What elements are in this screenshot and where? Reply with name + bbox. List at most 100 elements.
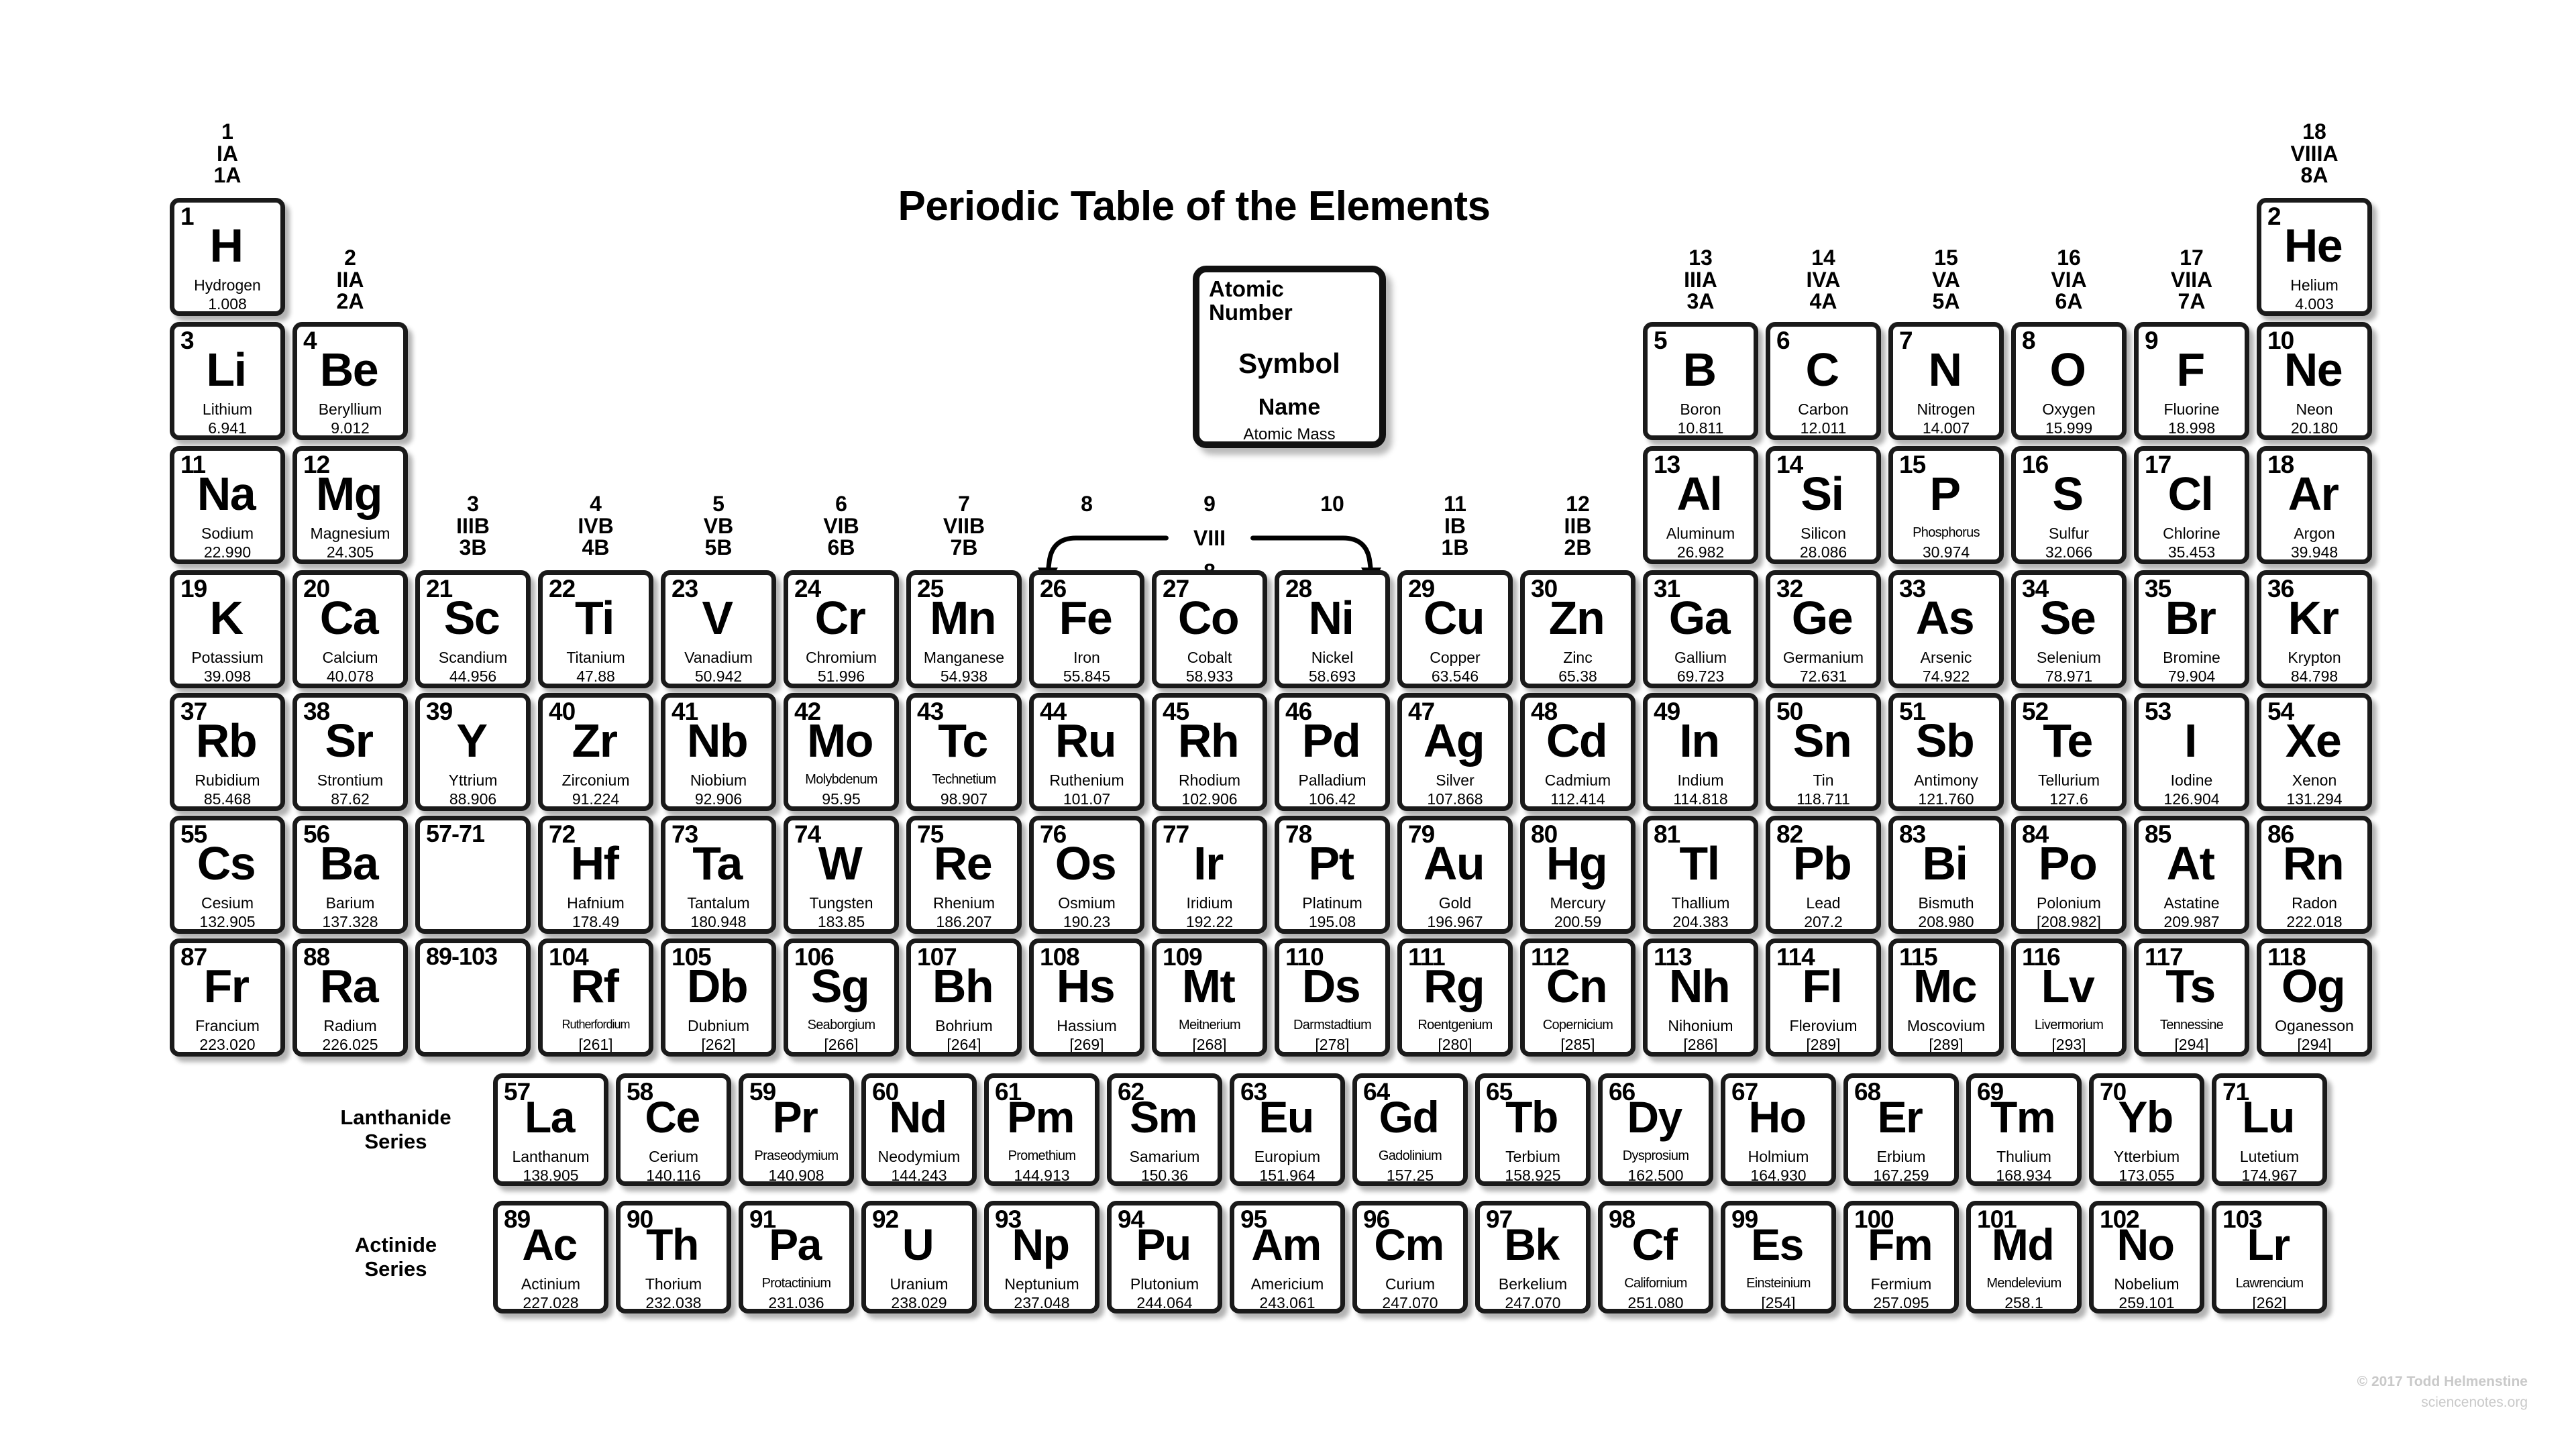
element-cell-hs[interactable]: 108 Hs Hassium [269] xyxy=(1029,938,1144,1057)
element-cell-sm[interactable]: 62 Sm Samarium 150.36 xyxy=(1107,1073,1222,1186)
element-cell-s[interactable]: 16 S Sulfur 32.066 xyxy=(2011,446,2127,564)
element-cell-ar[interactable]: 18 Ar Argon 39.948 xyxy=(2257,446,2372,564)
element-cell-na[interactable]: 11 Na Sodium 22.990 xyxy=(170,446,285,564)
element-cell-fe[interactable]: 26 Fe Iron 55.845 xyxy=(1029,570,1144,688)
element-cell-nb[interactable]: 41 Nb Niobium 92.906 xyxy=(661,693,776,811)
element-cell-pt[interactable]: 78 Pt Platinum 195.08 xyxy=(1275,816,1390,934)
element-cell-cn[interactable]: 112 Cn Copernicium [285] xyxy=(1520,938,1635,1057)
element-cell-tb[interactable]: 65 Tb Terbium 158.925 xyxy=(1475,1073,1591,1186)
element-cell-as[interactable]: 33 As Arsenic 74.922 xyxy=(1888,570,2004,688)
series-placeholder-cell[interactable]: 89-103 xyxy=(415,938,531,1057)
element-cell-li[interactable]: 3 Li Lithium 6.941 xyxy=(170,322,285,440)
element-cell-v[interactable]: 23 V Vanadium 50.942 xyxy=(661,570,776,688)
element-cell-mo[interactable]: 42 Mo Molybdenum 95.95 xyxy=(784,693,899,811)
element-cell-pb[interactable]: 82 Pb Lead 207.2 xyxy=(1766,816,1881,934)
element-cell-ru[interactable]: 44 Ru Ruthenium 101.07 xyxy=(1029,693,1144,811)
element-cell-lr[interactable]: 103 Lr Lawrencium [262] xyxy=(2212,1201,2327,1313)
element-cell-ta[interactable]: 73 Ta Tantalum 180.948 xyxy=(661,816,776,934)
element-cell-c[interactable]: 6 C Carbon 12.011 xyxy=(1766,322,1881,440)
element-cell-si[interactable]: 14 Si Silicon 28.086 xyxy=(1766,446,1881,564)
element-cell-eu[interactable]: 63 Eu Europium 151.964 xyxy=(1230,1073,1345,1186)
element-cell-b[interactable]: 5 B Boron 10.811 xyxy=(1643,322,1758,440)
element-cell-f[interactable]: 9 F Fluorine 18.998 xyxy=(2134,322,2249,440)
element-cell-bi[interactable]: 83 Bi Bismuth 208.980 xyxy=(1888,816,2004,934)
element-cell-pa[interactable]: 91 Pa Protactinium 231.036 xyxy=(739,1201,854,1313)
element-cell-fm[interactable]: 100 Fm Fermium 257.095 xyxy=(1843,1201,1959,1313)
element-cell-h[interactable]: 1 H Hydrogen 1.008 xyxy=(170,198,285,316)
element-cell-w[interactable]: 74 W Tungsten 183.85 xyxy=(784,816,899,934)
element-cell-rh[interactable]: 45 Rh Rhodium 102.906 xyxy=(1152,693,1267,811)
element-cell-sn[interactable]: 50 Sn Tin 118.711 xyxy=(1766,693,1881,811)
element-cell-ac[interactable]: 89 Ac Actinium 227.028 xyxy=(493,1201,608,1313)
element-cell-sc[interactable]: 21 Sc Scandium 44.956 xyxy=(415,570,531,688)
element-cell-zr[interactable]: 40 Zr Zirconium 91.224 xyxy=(538,693,653,811)
element-cell-sb[interactable]: 51 Sb Antimony 121.760 xyxy=(1888,693,2004,811)
element-cell-re[interactable]: 75 Re Rhenium 186.207 xyxy=(906,816,1022,934)
element-cell-cu[interactable]: 29 Cu Copper 63.546 xyxy=(1397,570,1513,688)
element-cell-ds[interactable]: 110 Ds Darmstadtium [278] xyxy=(1275,938,1390,1057)
element-cell-fr[interactable]: 87 Fr Francium 223.020 xyxy=(170,938,285,1057)
element-cell-mn[interactable]: 25 Mn Manganese 54.938 xyxy=(906,570,1022,688)
element-cell-pu[interactable]: 94 Pu Plutonium 244.064 xyxy=(1107,1201,1222,1313)
element-cell-os[interactable]: 76 Os Osmium 190.23 xyxy=(1029,816,1144,934)
element-cell-db[interactable]: 105 Db Dubnium [262] xyxy=(661,938,776,1057)
element-cell-tl[interactable]: 81 Tl Thallium 204.383 xyxy=(1643,816,1758,934)
element-cell-pr[interactable]: 59 Pr Praseodymium 140.908 xyxy=(739,1073,854,1186)
element-cell-dy[interactable]: 66 Dy Dysprosium 162.500 xyxy=(1598,1073,1713,1186)
element-cell-cf[interactable]: 98 Cf Californium 251.080 xyxy=(1598,1201,1713,1313)
element-cell-n[interactable]: 7 N Nitrogen 14.007 xyxy=(1888,322,2004,440)
element-cell-y[interactable]: 39 Y Yttrium 88.906 xyxy=(415,693,531,811)
element-cell-ge[interactable]: 32 Ge Germanium 72.631 xyxy=(1766,570,1881,688)
element-cell-ce[interactable]: 58 Ce Cerium 140.116 xyxy=(616,1073,731,1186)
element-cell-mg[interactable]: 12 Mg Magnesium 24.305 xyxy=(292,446,408,564)
element-cell-md[interactable]: 101 Md Mendelevium 258.1 xyxy=(1966,1201,2082,1313)
element-cell-hf[interactable]: 72 Hf Hafnium 178.49 xyxy=(538,816,653,934)
element-cell-be[interactable]: 4 Be Beryllium 9.012 xyxy=(292,322,408,440)
element-cell-kr[interactable]: 36 Kr Krypton 84.798 xyxy=(2257,570,2372,688)
element-cell-cd[interactable]: 48 Cd Cadmium 112.414 xyxy=(1520,693,1635,811)
element-cell-ts[interactable]: 117 Ts Tennessine [294] xyxy=(2134,938,2249,1057)
element-cell-ir[interactable]: 77 Ir Iridium 192.22 xyxy=(1152,816,1267,934)
element-cell-fl[interactable]: 114 Fl Flerovium [289] xyxy=(1766,938,1881,1057)
element-cell-mc[interactable]: 115 Mc Moscovium [289] xyxy=(1888,938,2004,1057)
element-cell-al[interactable]: 13 Al Aluminum 26.982 xyxy=(1643,446,1758,564)
element-cell-ag[interactable]: 47 Ag Silver 107.868 xyxy=(1397,693,1513,811)
element-cell-rg[interactable]: 111 Rg Roentgenium [280] xyxy=(1397,938,1513,1057)
element-cell-sr[interactable]: 38 Sr Strontium 87.62 xyxy=(292,693,408,811)
element-cell-lv[interactable]: 116 Lv Livermorium [293] xyxy=(2011,938,2127,1057)
element-cell-po[interactable]: 84 Po Polonium [208.982] xyxy=(2011,816,2127,934)
element-cell-pd[interactable]: 46 Pd Palladium 106.42 xyxy=(1275,693,1390,811)
element-cell-ca[interactable]: 20 Ca Calcium 40.078 xyxy=(292,570,408,688)
element-cell-ne[interactable]: 10 Ne Neon 20.180 xyxy=(2257,322,2372,440)
element-cell-ga[interactable]: 31 Ga Gallium 69.723 xyxy=(1643,570,1758,688)
element-cell-rf[interactable]: 104 Rf Rutherfordium [261] xyxy=(538,938,653,1057)
element-cell-cr[interactable]: 24 Cr Chromium 51.996 xyxy=(784,570,899,688)
element-cell-cs[interactable]: 55 Cs Cesium 132.905 xyxy=(170,816,285,934)
element-cell-rb[interactable]: 37 Rb Rubidium 85.468 xyxy=(170,693,285,811)
element-cell-bh[interactable]: 107 Bh Bohrium [264] xyxy=(906,938,1022,1057)
element-cell-no[interactable]: 102 No Nobelium 259.101 xyxy=(2089,1201,2204,1313)
element-cell-og[interactable]: 118 Og Oganesson [294] xyxy=(2257,938,2372,1057)
element-cell-tm[interactable]: 69 Tm Thulium 168.934 xyxy=(1966,1073,2082,1186)
element-cell-he[interactable]: 2 He Helium 4.003 xyxy=(2257,198,2372,316)
element-cell-cl[interactable]: 17 Cl Chlorine 35.453 xyxy=(2134,446,2249,564)
element-cell-ni[interactable]: 28 Ni Nickel 58.693 xyxy=(1275,570,1390,688)
element-cell-xe[interactable]: 54 Xe Xenon 131.294 xyxy=(2257,693,2372,811)
element-cell-hg[interactable]: 80 Hg Mercury 200.59 xyxy=(1520,816,1635,934)
element-cell-rn[interactable]: 86 Rn Radon 222.018 xyxy=(2257,816,2372,934)
element-cell-yb[interactable]: 70 Yb Ytterbium 173.055 xyxy=(2089,1073,2204,1186)
element-cell-gd[interactable]: 64 Gd Gadolinium 157.25 xyxy=(1352,1073,1468,1186)
element-cell-mt[interactable]: 109 Mt Meitnerium [268] xyxy=(1152,938,1267,1057)
element-cell-tc[interactable]: 43 Tc Technetium 98.907 xyxy=(906,693,1022,811)
element-cell-np[interactable]: 93 Np Neptunium 237.048 xyxy=(984,1201,1099,1313)
element-cell-la[interactable]: 57 La Lanthanum 138.905 xyxy=(493,1073,608,1186)
element-cell-br[interactable]: 35 Br Bromine 79.904 xyxy=(2134,570,2249,688)
element-cell-o[interactable]: 8 O Oxygen 15.999 xyxy=(2011,322,2127,440)
element-cell-te[interactable]: 52 Te Tellurium 127.6 xyxy=(2011,693,2127,811)
element-cell-th[interactable]: 90 Th Thorium 232.038 xyxy=(616,1201,731,1313)
element-cell-sg[interactable]: 106 Sg Seaborgium [266] xyxy=(784,938,899,1057)
element-cell-ra[interactable]: 88 Ra Radium 226.025 xyxy=(292,938,408,1057)
element-cell-lu[interactable]: 71 Lu Lutetium 174.967 xyxy=(2212,1073,2327,1186)
element-cell-co[interactable]: 27 Co Cobalt 58.933 xyxy=(1152,570,1267,688)
element-cell-nd[interactable]: 60 Nd Neodymium 144.243 xyxy=(861,1073,977,1186)
